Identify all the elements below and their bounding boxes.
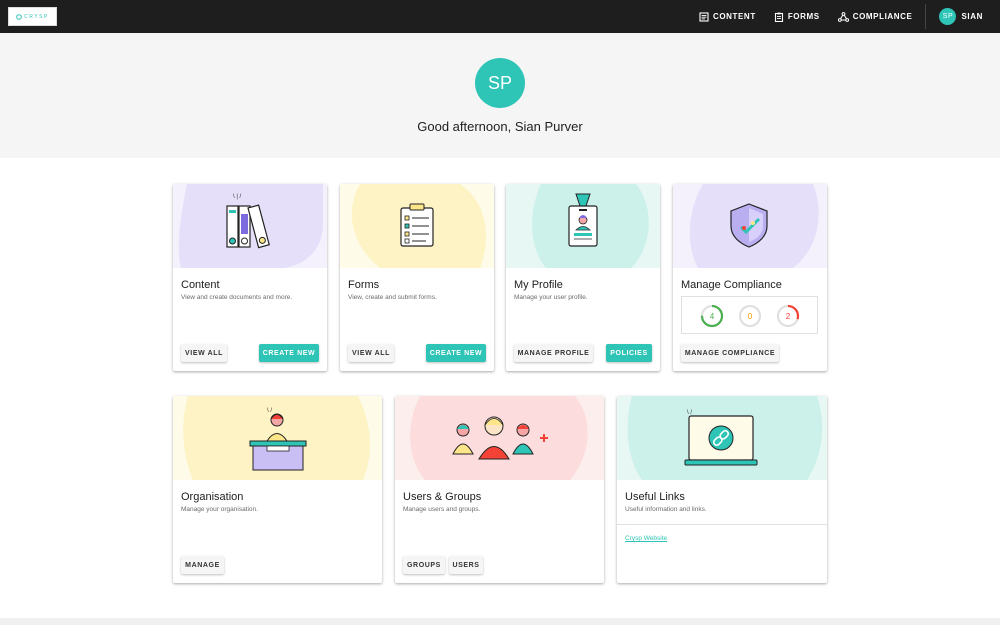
view-all-content-button[interactable]: VIEW ALL	[181, 344, 227, 362]
forms-illustration	[340, 184, 494, 268]
logo-text: CRYSP	[24, 13, 49, 20]
compliance-stats: 4 0 2	[681, 296, 818, 334]
card-description: Manage your organisation.	[181, 506, 258, 513]
nav-compliance[interactable]: COMPLIANCE	[829, 0, 922, 33]
users-button[interactable]: USERS	[449, 556, 483, 574]
manage-compliance-button[interactable]: MANAGE COMPLIANCE	[681, 344, 779, 362]
compliance-count: 2	[785, 311, 791, 321]
card-title: Content	[181, 279, 220, 291]
nav-content-label: CONTENT	[712, 12, 756, 21]
card-title: Organisation	[181, 491, 244, 503]
compliance-card: Manage Compliance 4 0 2 MANAGE COMPLIANC…	[673, 184, 827, 371]
user-name-label: SIAN	[961, 12, 983, 21]
svg-text:\ /: \ /	[267, 408, 272, 414]
manage-organisation-button[interactable]: MANAGE	[181, 556, 224, 574]
greeting-text: Good afternoon, Sian Purver	[417, 119, 583, 134]
id-badge-icon	[532, 184, 649, 268]
compliance-illustration	[673, 184, 827, 268]
users-groups-card: Users & Groups Manage users and groups. …	[395, 396, 604, 583]
shield-icon	[689, 184, 819, 268]
avatar: SP	[475, 58, 525, 108]
crysp-website-link[interactable]: Crysp Website	[625, 535, 667, 542]
card-title: Manage Compliance	[681, 279, 782, 291]
compliance-ring-complete[interactable]: 4	[700, 304, 724, 328]
users-illustration	[395, 396, 604, 480]
profile-card: My Profile Manage your user profile. MAN…	[506, 184, 660, 371]
content-illustration: \ | /	[173, 184, 327, 268]
clipboard-illustration-icon	[351, 184, 486, 268]
user-menu[interactable]: SP SIAN	[930, 8, 1000, 25]
card-description: View and create documents and more.	[181, 294, 293, 301]
compliance-ring-overdue[interactable]: 2	[776, 304, 800, 328]
content-card: \ | / Content View and create documents …	[173, 184, 327, 371]
compliance-count: 4	[709, 311, 715, 321]
nav-forms[interactable]: FORMS	[765, 0, 829, 33]
nav-content[interactable]: CONTENT	[690, 0, 765, 33]
groups-button[interactable]: GROUPS	[403, 556, 445, 574]
users-group-icon	[410, 396, 588, 480]
reception-desk-icon: \ /	[183, 396, 370, 480]
divider	[617, 524, 827, 525]
crysp-logo[interactable]: CRYSP	[8, 7, 57, 26]
view-all-forms-button[interactable]: VIEW ALL	[348, 344, 394, 362]
logo-mark-icon	[16, 13, 22, 20]
card-title: Useful Links	[625, 491, 685, 503]
organisation-card: \ / Organisation Manage your organisatio…	[173, 396, 382, 583]
binders-icon: \ | /	[178, 184, 323, 268]
nav-compliance-label: COMPLIANCE	[852, 12, 913, 21]
svg-text:\ | /: \ | /	[233, 194, 242, 200]
card-title: Users & Groups	[403, 491, 482, 503]
greeting-banner: SP Good afternoon, Sian Purver	[0, 33, 1000, 158]
card-description: Manage your user profile.	[514, 294, 588, 301]
laptop-link-icon: \ /	[627, 396, 823, 480]
forms-card: Forms View, create and submit forms. VIE…	[340, 184, 494, 371]
create-new-content-button[interactable]: CREATE NEW	[259, 344, 319, 362]
create-new-form-button[interactable]: CREATE NEW	[426, 344, 486, 362]
top-nav: CONTENT FORMS COMPLIANCE SP SIAN	[690, 0, 1000, 33]
card-description: Useful information and links.	[625, 506, 707, 513]
top-app-bar: CRYSP CONTENT FORMS COMPLIANCE SP SIAN	[0, 0, 1000, 33]
links-illustration: \ /	[617, 396, 827, 480]
network-icon	[837, 11, 849, 22]
compliance-ring-pending[interactable]: 0	[738, 304, 762, 328]
card-title: My Profile	[514, 279, 563, 291]
compliance-count: 0	[747, 311, 753, 321]
nav-divider	[925, 4, 927, 29]
card-description: Manage users and groups.	[403, 506, 481, 513]
manage-profile-button[interactable]: MANAGE PROFILE	[514, 344, 593, 362]
nav-forms-label: FORMS	[787, 12, 820, 21]
card-title: Forms	[348, 279, 380, 291]
user-avatar: SP	[939, 8, 957, 25]
useful-links-card: \ / Useful Links Useful information and …	[617, 396, 827, 583]
clipboard-icon	[774, 12, 783, 22]
svg-text:\ /: \ /	[687, 410, 692, 416]
card-description: View, create and submit forms.	[348, 294, 437, 301]
footer-strip	[0, 618, 1000, 625]
organisation-illustration: \ /	[173, 396, 382, 480]
document-icon	[699, 11, 709, 22]
profile-illustration	[506, 184, 660, 268]
policies-button[interactable]: POLICIES	[606, 344, 652, 362]
